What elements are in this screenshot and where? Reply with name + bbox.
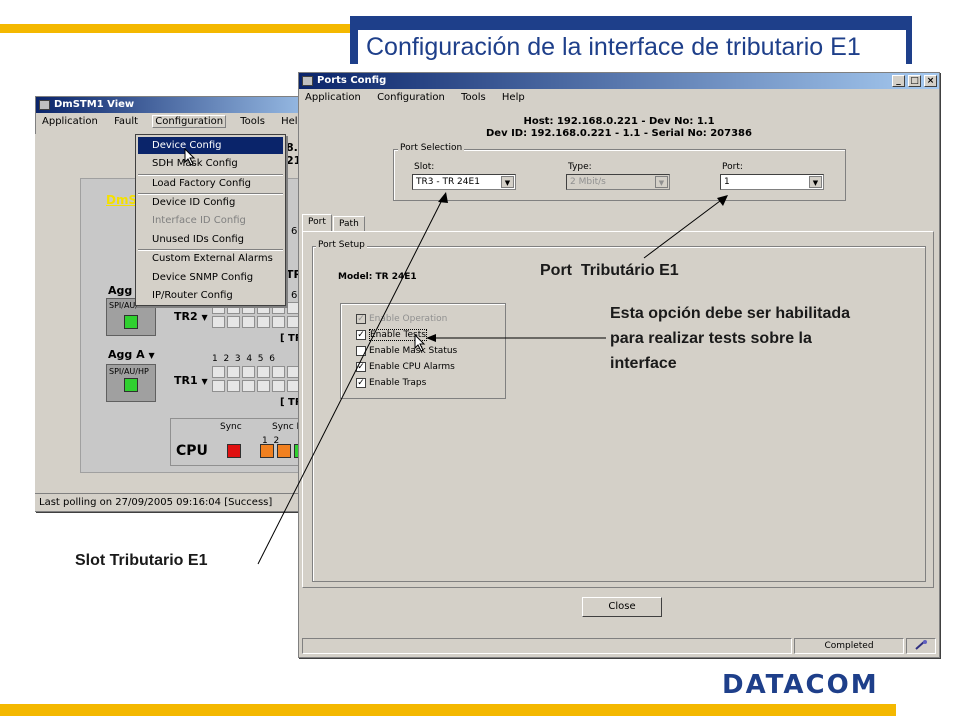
option-arrow-head (426, 334, 436, 342)
option-annotation-line3: interface (610, 355, 677, 372)
port-arrow-head (717, 195, 728, 206)
slot-annotation: Slot Tributario E1 (75, 552, 208, 569)
bottom-accent-stripe (0, 704, 896, 716)
port-annotation: Port Tributário E1 (540, 262, 679, 279)
option-annotation-line1: Esta opción debe ser habilitada (610, 305, 851, 322)
port-arrow-line (643, 197, 725, 259)
option-annotation-line2: para realizar tests sobre la (610, 330, 812, 347)
slot-arrow-head (438, 192, 448, 203)
annotation-arrows (257, 192, 728, 565)
datacom-logo: DATACOM (722, 670, 879, 700)
slot-arrow-line (257, 195, 445, 565)
